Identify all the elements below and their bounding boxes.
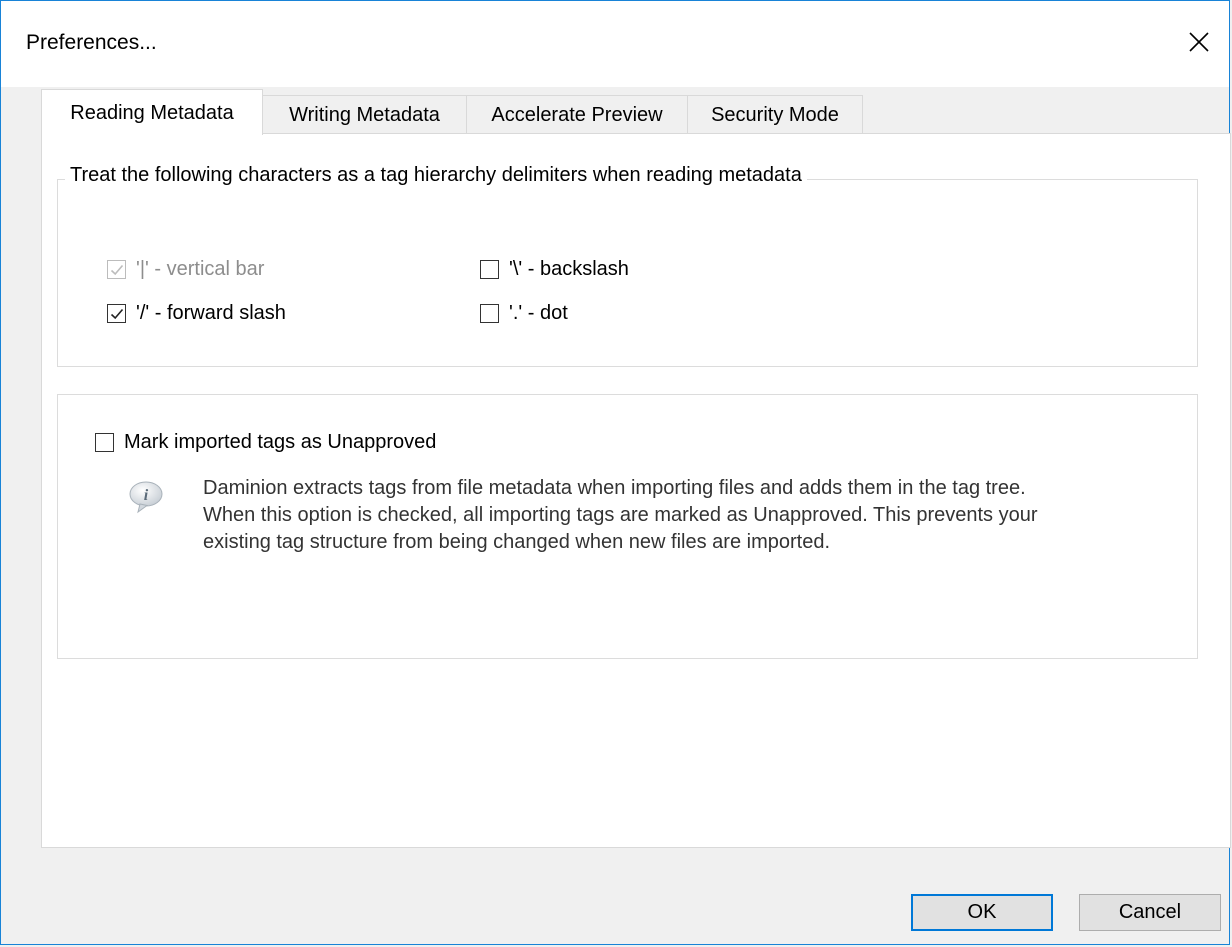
- unapproved-group: Mark imported tags as Unapproved i Damin…: [57, 394, 1198, 659]
- info-icon: i: [129, 481, 163, 514]
- title-bar: Preferences...: [1, 1, 1229, 87]
- checkmark-icon: [110, 264, 123, 275]
- forward-slash-label: '/' - forward slash: [136, 302, 286, 324]
- delimiters-group-legend: Treat the following characters as a tag …: [65, 164, 807, 187]
- unapproved-checkbox[interactable]: [95, 433, 114, 452]
- tab-security-mode[interactable]: Security Mode: [687, 95, 863, 133]
- close-button[interactable]: [1169, 15, 1229, 69]
- unapproved-info-text: Daminion extracts tags from file metadat…: [203, 477, 1038, 553]
- tab-reading-metadata[interactable]: Reading Metadata: [41, 89, 263, 135]
- backslash-option: '\' - backslash: [480, 258, 629, 281]
- backslash-label: '\' - backslash: [509, 258, 629, 280]
- tab-accelerate-preview[interactable]: Accelerate Preview: [466, 95, 688, 133]
- reading-metadata-panel: Treat the following characters as a tag …: [41, 133, 1231, 848]
- vertical-bar-option: '|' - vertical bar: [107, 258, 264, 281]
- checkmark-icon: [110, 308, 123, 319]
- forward-slash-checkbox[interactable]: [107, 304, 126, 323]
- vertical-bar-label: '|' - vertical bar: [136, 258, 265, 280]
- cancel-button[interactable]: Cancel: [1079, 894, 1221, 931]
- dialog-title: Preferences...: [26, 31, 157, 54]
- delimiters-group: Treat the following characters as a tag …: [57, 164, 1198, 367]
- svg-text:i: i: [144, 487, 149, 504]
- ok-button[interactable]: OK: [911, 894, 1053, 931]
- close-icon: [1189, 32, 1209, 52]
- tab-writing-metadata[interactable]: Writing Metadata: [262, 95, 467, 133]
- forward-slash-option: '/' - forward slash: [107, 302, 286, 325]
- dot-label: '.' - dot: [509, 302, 568, 324]
- dot-checkbox[interactable]: [480, 304, 499, 323]
- unapproved-option: Mark imported tags as Unapproved: [95, 431, 436, 454]
- dot-option: '.' - dot: [480, 302, 568, 325]
- preferences-dialog: Preferences... Reading Metadata Writing …: [0, 0, 1231, 945]
- backslash-checkbox[interactable]: [480, 260, 499, 279]
- vertical-bar-checkbox[interactable]: [107, 260, 126, 279]
- unapproved-label: Mark imported tags as Unapproved: [124, 431, 437, 453]
